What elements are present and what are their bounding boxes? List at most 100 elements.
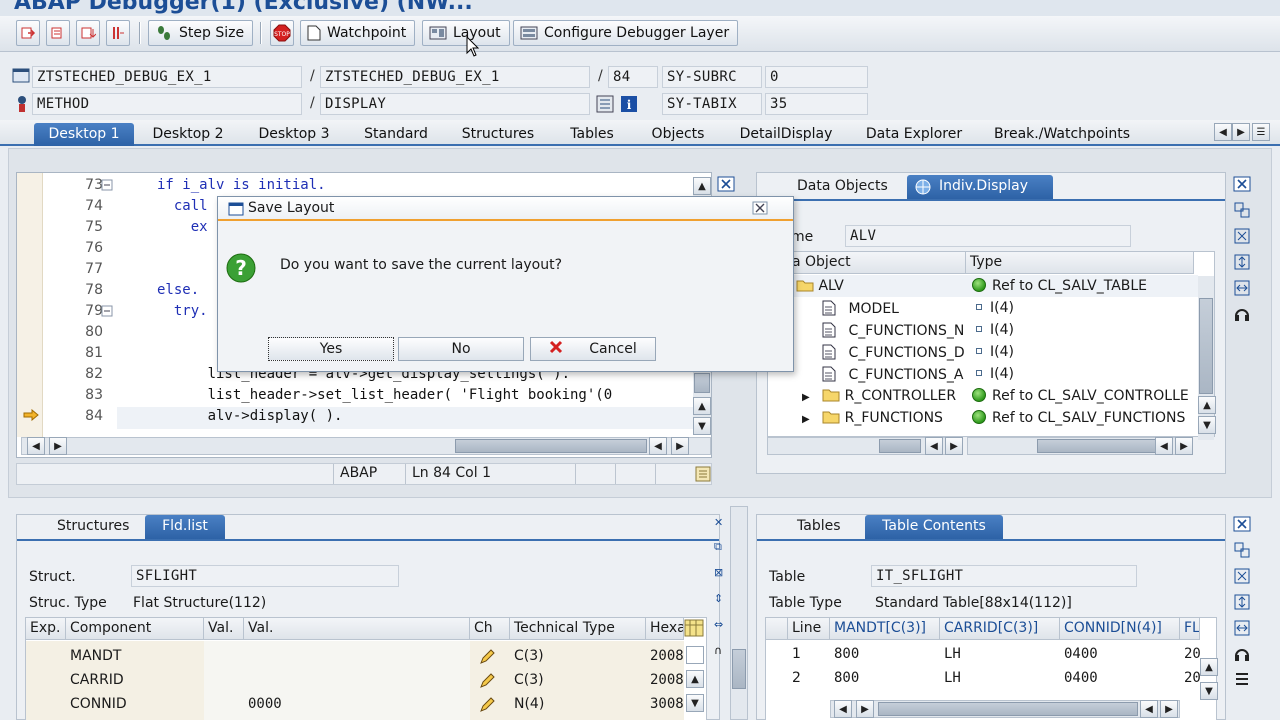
tab-objects[interactable]: Objects xyxy=(640,123,716,146)
tabs-scroll-left-button[interactable]: ◀ xyxy=(1214,123,1232,141)
scroll-thumb[interactable] xyxy=(878,702,1138,716)
breakpoint-gutter[interactable] xyxy=(17,173,43,437)
component-value[interactable] xyxy=(244,646,470,668)
pencil-icon[interactable] xyxy=(478,696,496,718)
yes-button[interactable]: Yes xyxy=(268,337,394,361)
close-icon[interactable]: ✕ xyxy=(714,516,723,529)
row-selector-header[interactable] xyxy=(766,618,788,640)
continue-button[interactable] xyxy=(106,20,130,46)
collapse-block-icon[interactable] xyxy=(101,179,113,195)
step-return-button[interactable] xyxy=(76,20,100,46)
tab-tables[interactable]: Tables xyxy=(787,515,851,539)
tree-row-c-functions-a[interactable]: C_FUNCTIONS_A xyxy=(818,364,966,386)
scroll-left-button[interactable]: ◀ xyxy=(27,437,45,455)
headset-icon[interactable]: ∩ xyxy=(714,644,722,657)
component-value[interactable]: 0000 xyxy=(244,694,470,716)
tab-structures[interactable]: Structures xyxy=(452,123,544,146)
swap-horizontal-icon[interactable] xyxy=(1232,278,1252,298)
step-over-button[interactable] xyxy=(46,20,70,46)
step-into-button[interactable] xyxy=(16,20,40,46)
maximize-icon[interactable] xyxy=(1232,226,1252,246)
scroll-left-button[interactable]: ◀ xyxy=(649,437,667,455)
scroll-thumb[interactable] xyxy=(455,439,647,453)
scroll-down-button[interactable]: ▼ xyxy=(693,417,711,435)
scroll-down-button[interactable]: ▼ xyxy=(1200,682,1218,700)
step-size-button[interactable]: Step Size xyxy=(148,20,254,46)
scroll-thumb[interactable] xyxy=(879,439,921,453)
tree-row-c-functions-d[interactable]: C_FUNCTIONS_D xyxy=(818,342,966,364)
scroll-right-button[interactable]: ▶ xyxy=(856,700,874,718)
replace-tool-icon[interactable] xyxy=(1232,200,1252,220)
col-header-exp[interactable]: Exp. xyxy=(26,618,66,640)
component-value[interactable] xyxy=(244,670,470,692)
tree-row-r-controller[interactable]: ▶ R_CONTROLLER xyxy=(798,386,966,408)
headset-icon[interactable] xyxy=(1232,304,1252,324)
scroll-left-button[interactable]: ◀ xyxy=(834,700,852,718)
col-header-object[interactable]: a Object xyxy=(768,252,966,274)
col-header-hexa[interactable]: Hexa xyxy=(646,618,684,640)
scroll-right-button[interactable]: ▶ xyxy=(49,437,67,455)
column-settings-icon[interactable] xyxy=(684,619,704,641)
pencil-icon[interactable] xyxy=(478,648,496,670)
col-header-line[interactable]: Line xyxy=(788,618,830,640)
scroll-thumb[interactable] xyxy=(694,373,710,393)
replace-tool-icon[interactable]: ⧉ xyxy=(714,540,722,554)
tree-row-alv[interactable]: ALV xyxy=(792,276,966,298)
swap-horizontal-icon[interactable]: ⇔ xyxy=(714,618,723,631)
swap-vertical-icon[interactable] xyxy=(1232,592,1252,612)
watchpoint-button[interactable]: Watchpoint xyxy=(300,20,416,46)
scroll-up-button[interactable]: ▲ xyxy=(693,397,711,415)
scroll-up-button[interactable]: ▲ xyxy=(1198,396,1216,414)
editor-settings-icon[interactable] xyxy=(695,466,711,486)
swap-horizontal-icon[interactable] xyxy=(1232,618,1252,638)
display-list-icon[interactable] xyxy=(596,95,614,117)
expand-arrow-icon[interactable]: ▶ xyxy=(802,414,810,425)
scroll-right-button[interactable]: ▶ xyxy=(1160,700,1178,718)
scroll-down-button[interactable]: ▼ xyxy=(1198,416,1216,434)
col-header-mandt[interactable]: MANDT[C(3)] xyxy=(830,618,940,640)
scroll-left-button[interactable]: ◀ xyxy=(1155,437,1173,455)
close-icon[interactable] xyxy=(1232,174,1252,194)
scroll-right-button[interactable]: ▶ xyxy=(1175,437,1193,455)
collapse-block-icon[interactable] xyxy=(101,305,113,321)
tab-indiv-display[interactable]: Indiv.Display xyxy=(907,175,1053,199)
scroll-left-button[interactable]: ◀ xyxy=(925,437,943,455)
scroll-up-button[interactable]: ▲ xyxy=(693,177,711,195)
swap-vertical-icon[interactable]: ⇕ xyxy=(714,592,723,605)
tab-table-contents[interactable]: Table Contents xyxy=(865,515,1003,539)
close-icon[interactable] xyxy=(752,201,768,219)
tab-detail-display[interactable]: DetailDisplay xyxy=(730,123,842,146)
tab-desktop-3[interactable]: Desktop 3 xyxy=(246,123,342,146)
tab-structures[interactable]: Structures xyxy=(47,515,139,539)
tree-row-r-functions[interactable]: ▶ R_FUNCTIONS xyxy=(798,408,966,430)
info-icon[interactable]: i xyxy=(620,95,638,117)
expand-arrow-icon[interactable]: ▶ xyxy=(802,392,810,403)
scroll-up-button[interactable] xyxy=(686,646,704,664)
cancel-button[interactable]: Cancel xyxy=(530,337,656,361)
tab-data-objects[interactable]: Data Objects xyxy=(787,175,898,199)
structures-vertical-scrollbar[interactable] xyxy=(730,506,748,720)
scroll-thumb[interactable] xyxy=(732,649,746,689)
tab-standard[interactable]: Standard xyxy=(352,123,440,146)
configure-debugger-layer-button[interactable]: Configure Debugger Layer xyxy=(513,20,739,46)
tab-data-explorer[interactable]: Data Explorer xyxy=(856,123,972,146)
scroll-right-button[interactable]: ▶ xyxy=(945,437,963,455)
col-header-component[interactable]: Component xyxy=(66,618,204,640)
tab-field-list[interactable]: Fld.list xyxy=(145,515,225,539)
close-icon[interactable] xyxy=(717,176,735,196)
col-header-val[interactable]: Val. xyxy=(244,618,470,640)
scroll-left-button[interactable]: ◀ xyxy=(1140,700,1158,718)
scroll-up-button[interactable]: ▲ xyxy=(1200,658,1218,676)
tab-tables[interactable]: Tables xyxy=(556,123,628,146)
maximize-icon[interactable]: ⊠ xyxy=(714,566,723,579)
maximize-icon[interactable] xyxy=(1232,566,1252,586)
col-header-change[interactable]: Ch xyxy=(470,618,510,640)
scroll-up-button[interactable]: ▲ xyxy=(686,670,704,688)
scroll-right-button[interactable]: ▶ xyxy=(671,437,689,455)
swap-vertical-icon[interactable] xyxy=(1232,252,1252,272)
tree-row-model[interactable]: MODEL xyxy=(818,298,966,320)
name-input[interactable]: ALV xyxy=(845,225,1131,247)
stop-button[interactable]: STOP xyxy=(270,20,294,46)
close-icon[interactable] xyxy=(1232,514,1252,534)
pencil-icon[interactable] xyxy=(478,672,496,694)
